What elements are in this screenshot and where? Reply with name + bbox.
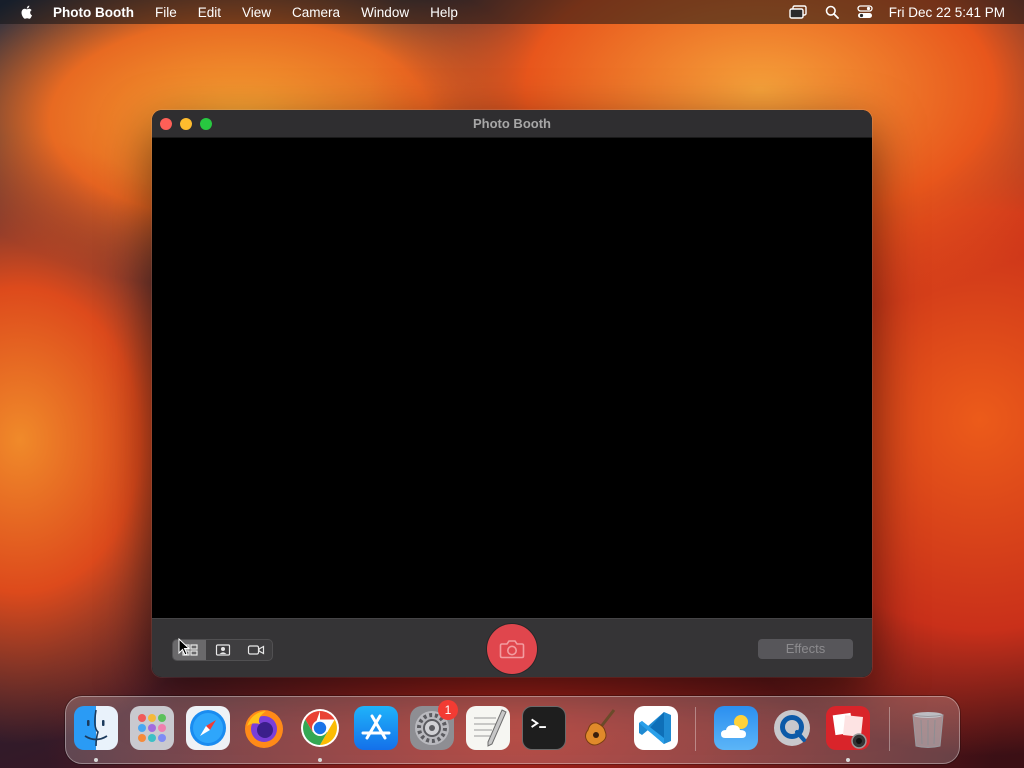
close-window-button[interactable] [160,118,172,130]
effects-button[interactable]: Effects [758,639,853,659]
spotlight-search-icon[interactable] [825,5,839,19]
dock-app-store-icon[interactable] [354,706,398,750]
apple-icon[interactable] [19,4,35,20]
menu-view[interactable]: View [242,5,271,20]
dock-textedit-icon[interactable] [466,706,510,750]
dock-photo-booth-icon[interactable] [826,706,870,750]
window-titlebar[interactable]: Photo Booth [152,110,872,138]
dock-separator [889,707,890,751]
window-title: Photo Booth [473,116,551,131]
single-photo-mode-button[interactable] [206,640,239,660]
chrome-running-indicator [318,758,322,762]
dock-safari-icon[interactable] [186,706,230,750]
menu-bar-clock[interactable]: Fri Dec 22 5:41 PM [889,5,1005,20]
camera-icon [499,640,525,659]
system-settings-badge: 1 [438,700,458,720]
dock-weather-icon[interactable] [714,706,758,750]
video-mode-button[interactable] [239,640,272,660]
control-center-icon[interactable] [857,5,873,19]
dock-finder-icon[interactable] [74,706,118,750]
camera-preview [152,138,872,618]
portrait-photo-icon [215,644,230,656]
menu-help[interactable]: Help [430,5,458,20]
photo-booth-window: Photo Booth Effects [152,110,872,677]
menu-bar: Photo Booth File Edit View Camera Window… [0,0,1024,24]
menu-camera[interactable]: Camera [292,5,340,20]
dock-trash-icon[interactable] [906,706,950,750]
dock-launchpad-icon[interactable] [130,706,174,750]
menu-file[interactable]: File [155,5,177,20]
take-photo-button[interactable] [487,624,537,674]
finder-running-indicator [94,758,98,762]
menu-edit[interactable]: Edit [198,5,221,20]
dock-quicktime-icon[interactable] [770,706,814,750]
zoom-window-button[interactable] [200,118,212,130]
dock-garageband-icon[interactable] [578,706,622,750]
photo-booth-running-indicator [846,758,850,762]
dock-separator [695,707,696,751]
video-camera-icon [247,645,264,655]
dock-terminal-icon[interactable] [522,706,566,750]
photo-booth-toolbar: Effects [152,618,872,677]
dock-vscode-icon[interactable] [634,706,678,750]
dock [65,696,960,764]
mouse-cursor-icon [178,638,190,656]
dock-chrome-icon[interactable] [298,706,342,750]
minimize-window-button[interactable] [180,118,192,130]
dock-firefox-icon[interactable] [242,706,286,750]
menu-window[interactable]: Window [361,5,409,20]
app-menu-photo-booth[interactable]: Photo Booth [53,5,134,20]
screen-mirroring-icon[interactable] [789,5,807,19]
